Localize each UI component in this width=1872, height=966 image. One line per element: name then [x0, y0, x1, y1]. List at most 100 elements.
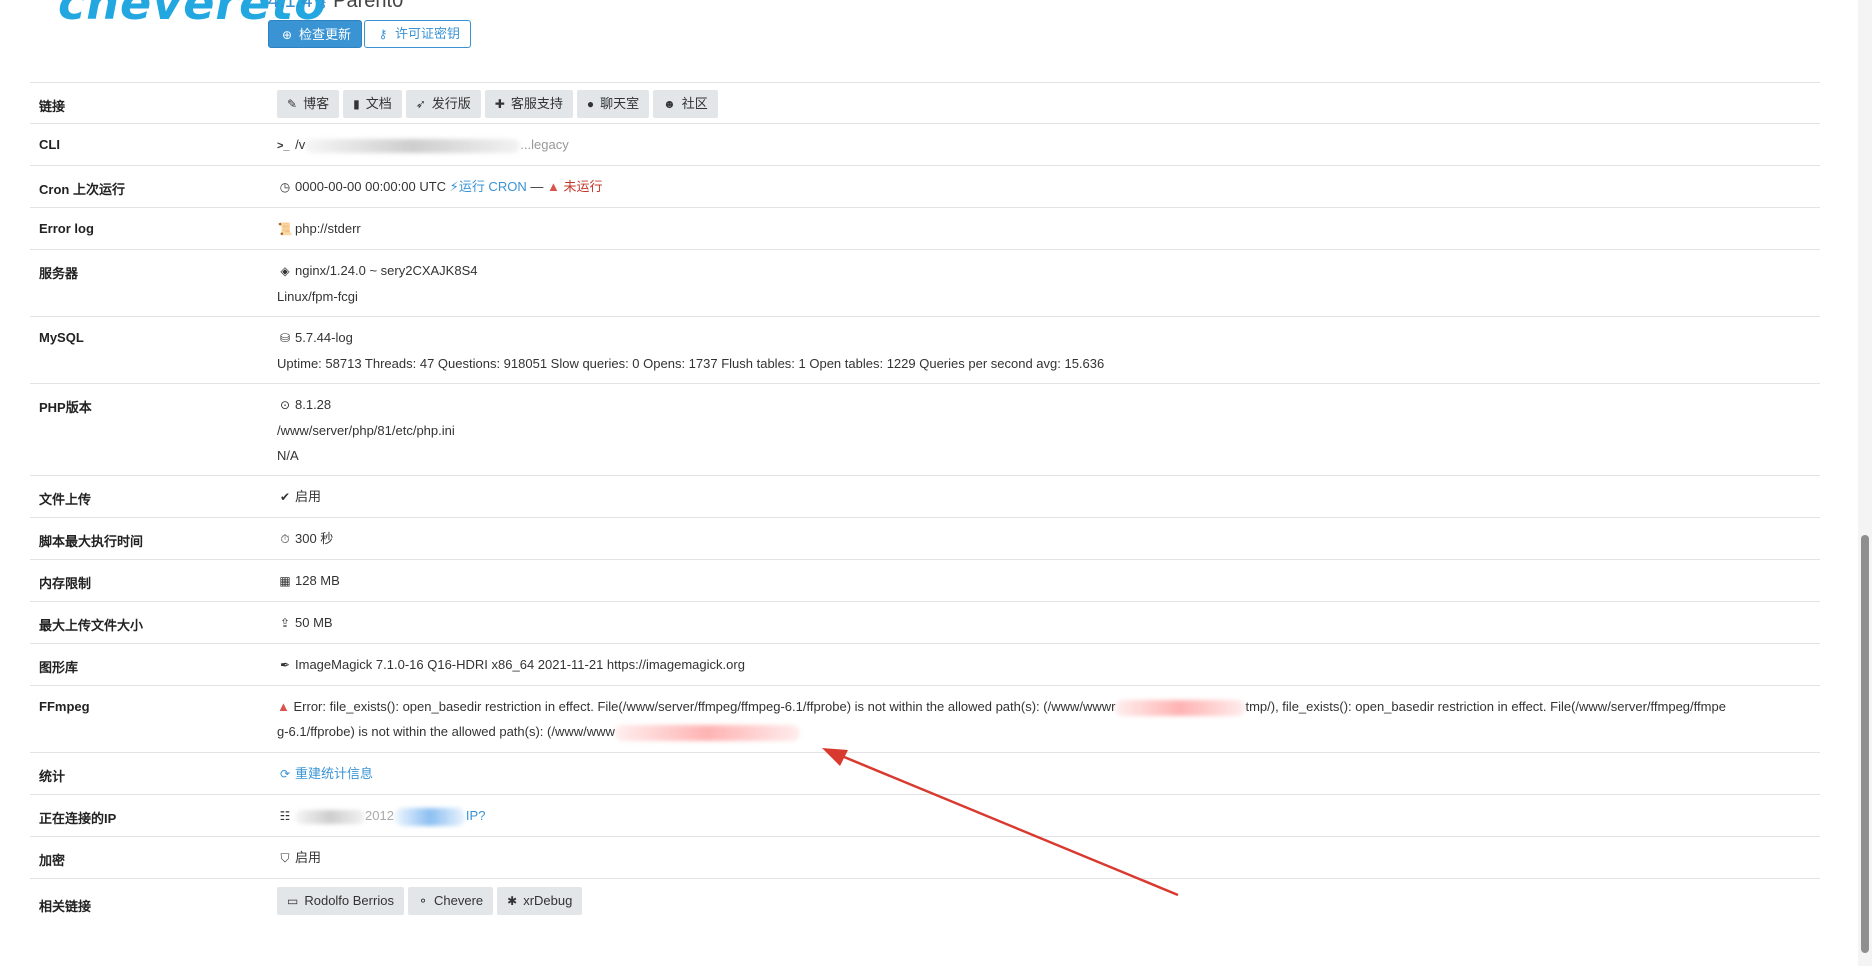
feather-icon: ✒	[279, 658, 291, 672]
ip-info-link[interactable]: IP?	[466, 808, 486, 823]
ffmpeg-error-part2: tmp/), file_exists(): open_basedir restr…	[1245, 699, 1726, 714]
row-upload: 文件上传 ✔ 启用	[30, 475, 1820, 518]
id-card-icon: ▭	[287, 894, 299, 908]
redacted-region	[1115, 699, 1246, 716]
row-label: 统计	[30, 752, 277, 795]
scroll-icon: 📜	[277, 222, 293, 236]
refresh-icon: ⟳	[279, 767, 291, 781]
system-info-table: 链接 ✎ 博客 ▮ 文档 ➶ 发行版 ✚ 客服支持 ● 聊天室 ☻ 社区 CLI >_ /v ...le…	[30, 82, 1820, 931]
php-extra: N/A	[277, 448, 299, 463]
ffmpeg-error-line2: g-6.1/ffprobe) is not within the allowed…	[277, 724, 615, 739]
row-memory: 内存限制 ▦ 128 MB	[30, 559, 1820, 602]
row-label: 链接	[30, 82, 277, 124]
row-stats: 统计 ⟳ 重建统计信息	[30, 752, 1820, 795]
bug-icon: ✱	[507, 894, 518, 908]
separator: —	[530, 179, 544, 194]
edition-name: Parent0	[333, 0, 404, 12]
cli-path: /v	[295, 137, 306, 152]
row-error-log: Error log 📜 php://stderr	[30, 207, 1820, 250]
blog-button[interactable]: ✎ 博客	[277, 90, 340, 118]
row-related: 相关链接 ▭ Rodolfo Berrios ⚬ Chevere ✱ xrDebug	[30, 878, 1820, 931]
redacted-region	[305, 138, 521, 153]
memory-icon: ▦	[279, 574, 291, 588]
php-icon: ⊙	[279, 398, 291, 412]
header: chevereto 4.1.4 ⚷ Parent0 ⊕ 检查更新 ⚷ 许可证密钥	[0, 0, 1820, 82]
releases-button[interactable]: ➶ 发行版	[405, 90, 481, 118]
chevere-button[interactable]: ⚬ Chevere	[407, 887, 494, 915]
row-graphics: 图形库 ✒ ImageMagick 7.1.0-16 Q16-HDRI x86_6…	[30, 643, 1820, 686]
xrdebug-button[interactable]: ✱ xrDebug	[497, 887, 583, 915]
row-php: PHP版本 ⊙ 8.1.28 /www/server/php/81/etc/php…	[30, 383, 1820, 476]
bolt-icon: ⚡	[449, 179, 459, 194]
comments-icon: ●	[586, 97, 595, 111]
row-links: 链接 ✎ 博客 ▮ 文档 ➶ 发行版 ✚ 客服支持 ● 聊天室 ☻ 社区	[30, 82, 1820, 124]
graphics-value: ImageMagick 7.1.0-16 Q16-HDRI x86_64 202…	[295, 657, 745, 672]
rebuild-stats-link[interactable]: ⟳ 重建统计信息	[277, 766, 373, 781]
upload-icon: ⇪	[279, 616, 291, 630]
ffmpeg-error-part1: Error: file_exists(): open_basedir restr…	[293, 699, 1116, 714]
row-ffmpeg: FFmpeg ▲ Error: file_exists(): open_base…	[30, 685, 1820, 753]
row-label: 内存限制	[30, 559, 277, 602]
cron-time: 0000-00-00 00:00:00 UTC	[295, 179, 447, 194]
check-update-button[interactable]: ⊕ 检查更新	[268, 20, 363, 48]
scrollbar-thumb[interactable]	[1861, 535, 1869, 953]
row-label: PHP版本	[30, 383, 277, 476]
row-max-exec: 脚本最大执行时间 ⏱ 300 秒	[30, 517, 1820, 560]
key-small-icon: ⚷	[318, 0, 328, 10]
key-icon: ⚷	[378, 27, 388, 41]
redacted-region	[614, 724, 800, 741]
support-button[interactable]: ✚ 客服支持	[484, 90, 573, 118]
scrollbar[interactable]	[1858, 0, 1872, 966]
row-label: 文件上传	[30, 475, 277, 518]
upload-status: 启用	[295, 489, 322, 504]
row-ip: 正在连接的IP ☷ 2012 IP?	[30, 794, 1820, 837]
mysql-version: 5.7.44-log	[295, 330, 353, 345]
shield-icon: ⛉	[280, 851, 290, 865]
mysql-status: Uptime: 58713 Threads: 47 Questions: 918…	[277, 356, 1105, 371]
users-icon: ☻	[663, 97, 676, 111]
row-mysql: MySQL ⛁ 5.7.44-log Uptime: 58713 Threads:…	[30, 316, 1820, 384]
book-icon: ▮	[353, 97, 360, 111]
row-label: CLI	[30, 123, 277, 166]
error-log-value: php://stderr	[295, 221, 361, 236]
row-label: Error log	[30, 207, 277, 250]
row-cli: CLI >_ /v ...legacy	[30, 123, 1820, 166]
encryption-status: 启用	[295, 850, 322, 865]
cli-path-end: ...legacy	[520, 137, 569, 152]
terminal-icon: >_	[277, 140, 290, 152]
row-label: 脚本最大执行时间	[30, 517, 277, 560]
run-cron-link[interactable]: ⚡运行 CRON	[450, 179, 527, 194]
row-cron: Cron 上次运行 ◷ 0000-00-00 00:00:00 UTC ⚡运行 C…	[30, 165, 1820, 208]
plus-circle-icon: ⊕	[281, 28, 293, 42]
docs-button[interactable]: ▮ 文档	[343, 90, 402, 118]
network-icon: ☷	[279, 809, 291, 823]
warning-icon: ▲	[277, 699, 290, 714]
chat-button[interactable]: ● 聊天室	[576, 90, 650, 118]
stopwatch-icon: ⏱	[280, 532, 290, 546]
license-key-button[interactable]: ⚷ 许可证密钥	[364, 20, 472, 48]
max-exec-value: 300 秒	[295, 531, 334, 546]
row-server: 服务器 ◈ nginx/1.24.0 ~ sery2CXAJK8S4 Linux/…	[30, 249, 1820, 317]
row-label: MySQL	[30, 316, 277, 384]
row-max-upload: 最大上传文件大小 ⇪ 50 MB	[30, 601, 1820, 644]
medkit-icon: ✚	[494, 97, 505, 111]
check-circle-icon: ✔	[279, 490, 291, 504]
row-label: 加密	[30, 836, 277, 879]
max-upload-value: 50 MB	[295, 615, 333, 630]
layers-icon: ◈	[280, 264, 290, 278]
php-version: 8.1.28	[295, 397, 332, 412]
redacted-region	[393, 807, 466, 826]
version-number: 4.1.4	[268, 0, 313, 12]
server-software: nginx/1.24.0 ~ sery2CXAJK8S4	[295, 263, 478, 278]
blog-icon: ✎	[287, 97, 298, 111]
row-label: 最大上传文件大小	[30, 601, 277, 644]
rodolfo-berrios-button[interactable]: ▭ Rodolfo Berrios	[277, 887, 404, 915]
row-label: 服务器	[30, 249, 277, 317]
clock-icon: ◷	[279, 180, 291, 194]
community-button[interactable]: ☻ 社区	[653, 90, 718, 118]
redacted-region	[295, 809, 365, 824]
database-icon: ⛁	[279, 331, 291, 345]
memory-value: 128 MB	[295, 573, 340, 588]
warning-icon: ▲	[546, 179, 560, 194]
ip-fragment: 2012	[365, 808, 394, 823]
